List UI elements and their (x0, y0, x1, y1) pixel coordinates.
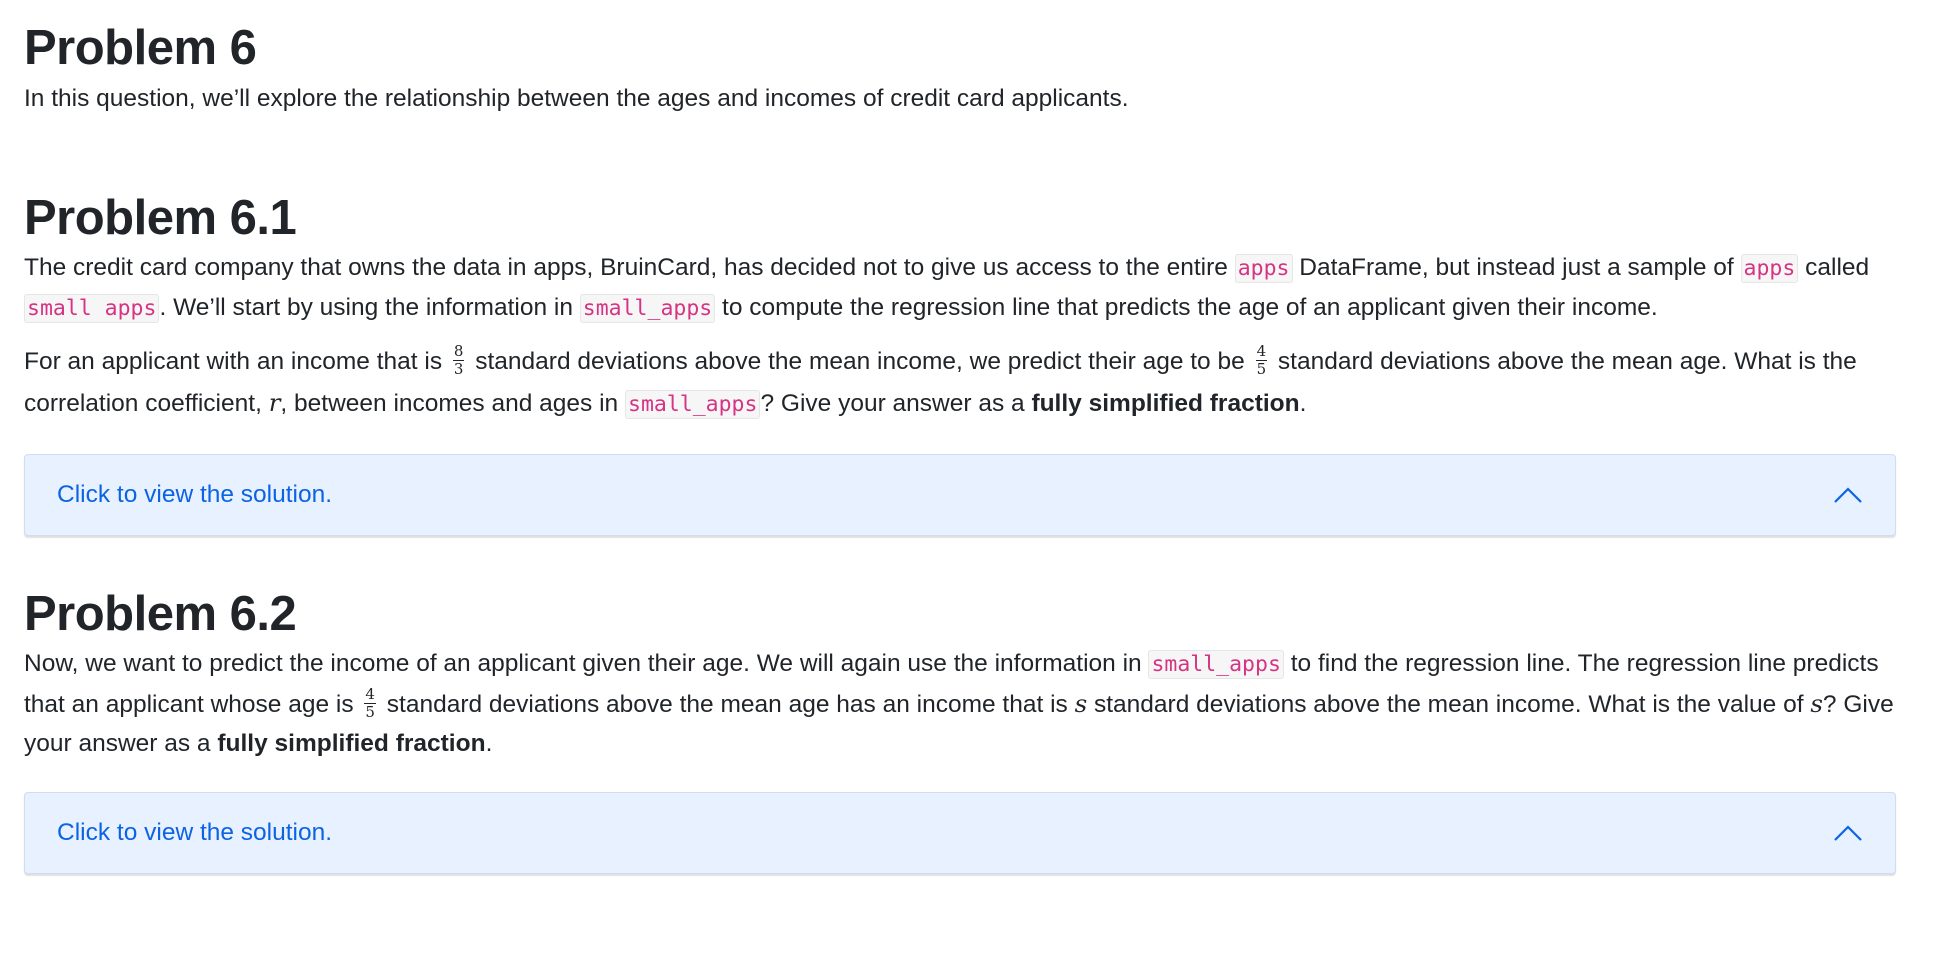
text: . We’ll start by using the information i… (159, 294, 580, 321)
fraction-8-3: 83 (452, 342, 465, 379)
code-small-apps: small_apps (625, 390, 761, 419)
fraction-numerator: 8 (452, 342, 465, 362)
text: to compute the regression line that pred… (715, 294, 1658, 321)
text: . (485, 730, 493, 757)
code-apps: apps (1740, 254, 1799, 283)
text: , between incomes and ages in (280, 390, 625, 417)
fraction-denominator: 5 (365, 703, 375, 722)
fraction-4-5: 45 (364, 687, 376, 720)
text: ? Give your answer as a (760, 390, 1032, 417)
solution-toggle-6-2[interactable]: Click to view the solution. (24, 792, 1896, 874)
variable-r: r (268, 388, 281, 417)
problem-6-1-heading: Problem 6.1 (24, 191, 297, 245)
text: standard deviations above the mean age h… (379, 691, 1075, 718)
fraction-4-5: 45 (1255, 342, 1268, 379)
text: Now, we want to predict the income of an… (24, 650, 1149, 677)
problem-6-1-paragraph-1: The credit card company that owns the da… (24, 248, 1896, 328)
problem-6-2-heading: Problem 6.2 (24, 587, 297, 641)
fraction-denominator: 5 (1256, 360, 1267, 379)
problem-6-intro: In this question, we’ll explore the rela… (24, 85, 1129, 112)
code-apps: apps (1234, 254, 1293, 283)
text: . (1299, 390, 1307, 417)
solution-toggle-label[interactable]: Click to view the solution. (57, 819, 332, 847)
chevron-up-icon[interactable] (1833, 823, 1863, 843)
code-small-apps: small apps (24, 294, 160, 323)
code-small-apps: small_apps (579, 294, 716, 323)
emphasis: fully simplified fraction (1031, 390, 1300, 417)
text: The credit card company that owns the da… (24, 254, 1235, 281)
page-content: Problem 6 In this question, we’ll explor… (0, 0, 1916, 874)
fraction-denominator: 3 (453, 360, 464, 379)
problem-6-2-paragraph-1: Now, we want to predict the income of an… (24, 644, 1896, 763)
solution-toggle-label[interactable]: Click to view the solution. (57, 481, 332, 509)
problem-6-1-paragraph-2: For an applicant with an income that is … (24, 341, 1896, 425)
fraction-numerator: 4 (1255, 342, 1268, 362)
text: called (1798, 254, 1870, 281)
code-small-apps: small_apps (1148, 650, 1284, 679)
emphasis: fully simplified fraction (217, 730, 486, 757)
variable-s: s (1810, 689, 1823, 718)
fraction-numerator: 4 (364, 685, 376, 705)
text: standard deviations above the mean incom… (468, 348, 1252, 375)
text: standard deviations above the mean incom… (1087, 691, 1811, 718)
text: DataFrame, but instead just a sample of (1292, 254, 1741, 281)
solution-toggle-6-1[interactable]: Click to view the solution. (24, 454, 1896, 536)
problem-6-heading: Problem 6 (24, 21, 257, 75)
text: For an applicant with an income that is (24, 348, 449, 375)
variable-s: s (1074, 689, 1088, 718)
chevron-up-icon[interactable] (1833, 485, 1863, 505)
